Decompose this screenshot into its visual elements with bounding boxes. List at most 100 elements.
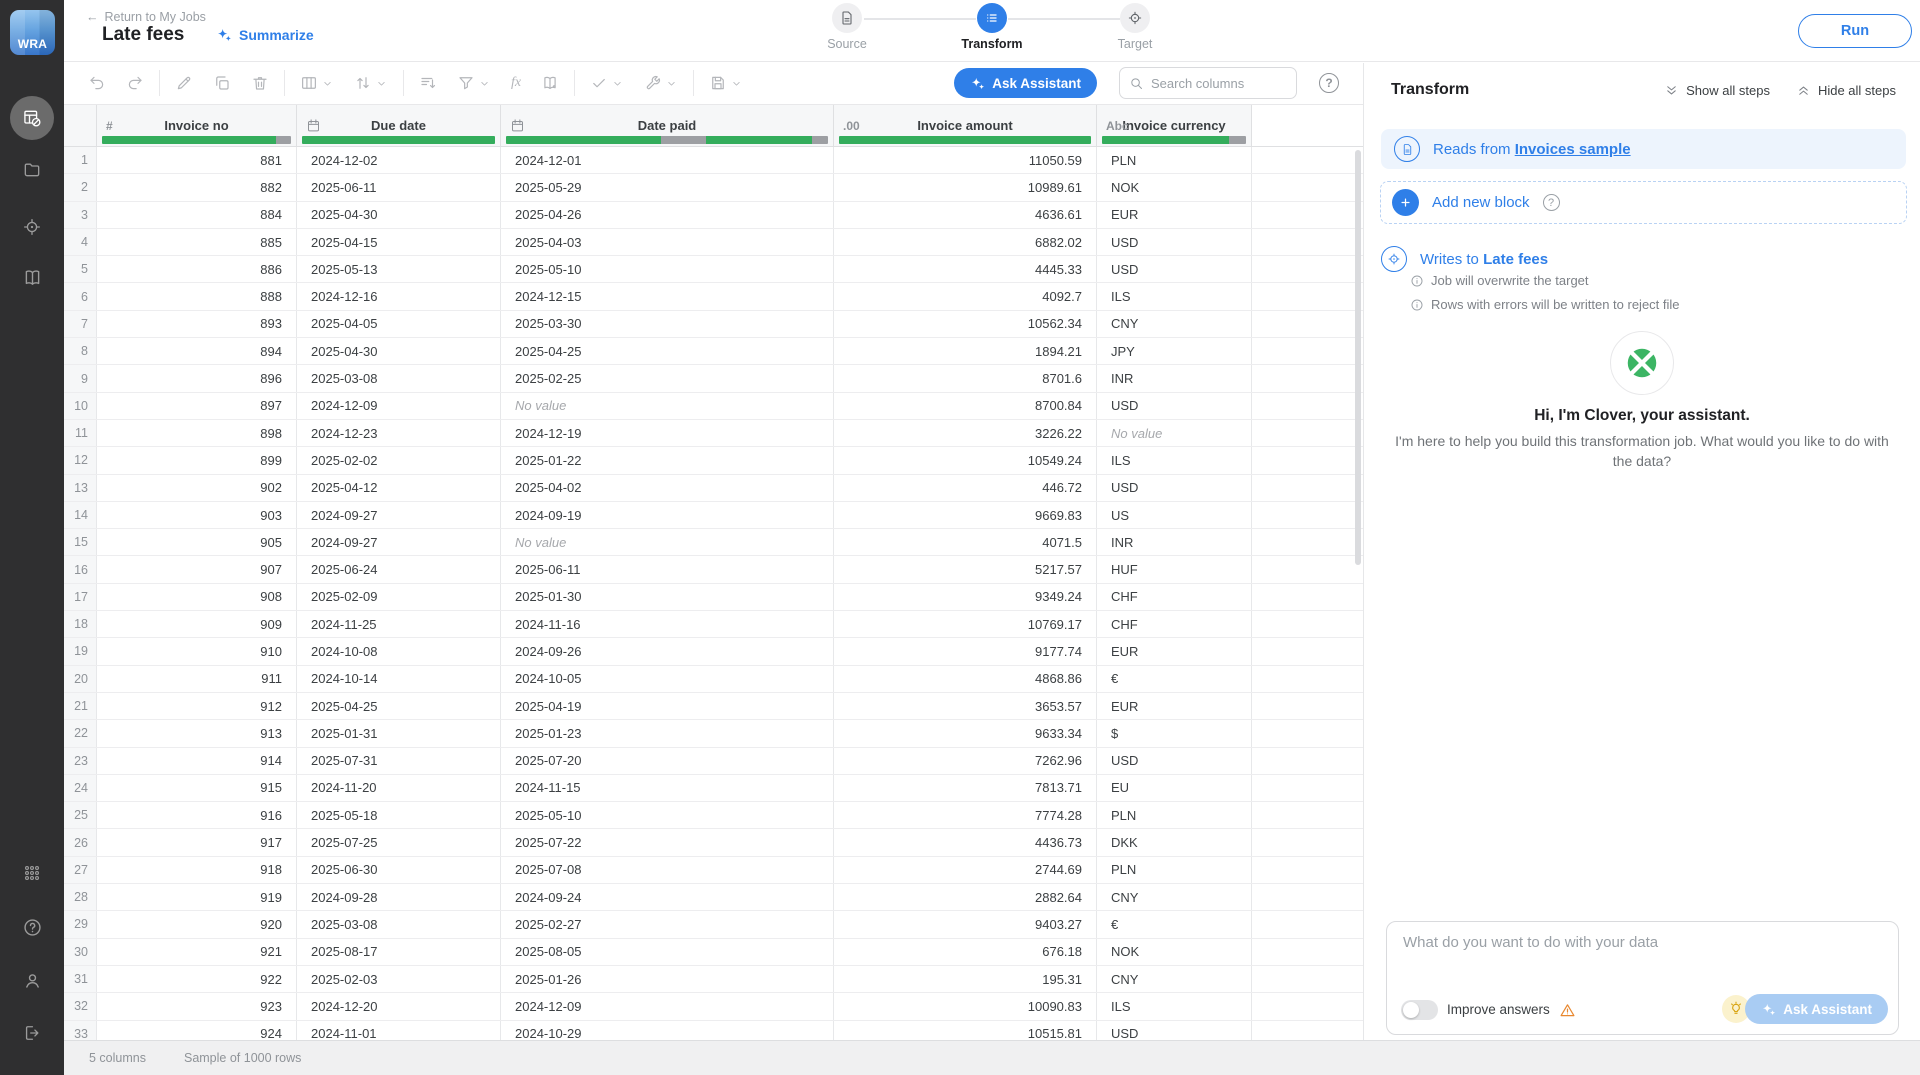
table-cell[interactable]: No value [1097,420,1252,446]
table-cell[interactable]: 2025-04-25 [297,693,501,719]
table-cell[interactable]: NOK [1097,174,1252,200]
table-cell[interactable]: 10549.24 [834,447,1097,473]
row-number[interactable]: 29 [64,911,97,937]
table-cell[interactable]: 4636.61 [834,202,1097,228]
validate-button[interactable] [580,67,634,99]
table-cell[interactable]: 2024-10-05 [501,666,834,692]
table-cell[interactable]: USD [1097,256,1252,282]
table-cell[interactable]: 10090.83 [834,993,1097,1019]
ask-assistant-submit-button[interactable]: Ask Assistant [1745,994,1888,1024]
table-cell[interactable]: 10989.61 [834,174,1097,200]
table-cell[interactable]: JPY [1097,338,1252,364]
table-cell[interactable]: 2025-05-29 [501,174,834,200]
table-cell[interactable]: 924 [97,1021,297,1041]
redo-button[interactable] [116,67,154,99]
row-number[interactable]: 20 [64,666,97,692]
table-cell[interactable]: 2025-03-30 [501,311,834,337]
table-cell[interactable]: 11050.59 [834,147,1097,173]
table-cell[interactable]: 899 [97,447,297,473]
save-button[interactable] [699,67,753,99]
hide-all-steps-button[interactable]: Hide all steps [1796,83,1896,98]
help-button[interactable]: ? [1319,73,1339,93]
column-header-invoice-currency[interactable]: AbcInvoice currency [1097,105,1252,146]
table-cell[interactable]: 919 [97,884,297,910]
table-cell[interactable]: CHF [1097,584,1252,610]
table-cell[interactable]: 8700.84 [834,393,1097,419]
table-cell[interactable]: 2024-12-09 [501,993,834,1019]
table-cell[interactable]: 2024-12-19 [501,420,834,446]
table-cell[interactable]: INR [1097,529,1252,555]
table-cell[interactable]: 4445.33 [834,256,1097,282]
table-cell[interactable]: 2025-04-30 [297,202,501,228]
table-cell[interactable]: 2025-07-08 [501,857,834,883]
table-cell[interactable]: 885 [97,229,297,255]
table-cell[interactable]: 898 [97,420,297,446]
table-cell[interactable]: USD [1097,748,1252,774]
row-number[interactable]: 10 [64,393,97,419]
table-cell[interactable]: 2025-03-08 [297,911,501,937]
table-cell[interactable]: PLN [1097,857,1252,883]
table-cell[interactable]: ILS [1097,993,1252,1019]
column-header-invoice-amount[interactable]: .00Invoice amount [834,105,1097,146]
table-cell[interactable]: 882 [97,174,297,200]
row-number[interactable]: 28 [64,884,97,910]
group-button[interactable] [409,67,447,99]
column-header-invoice-no[interactable]: #Invoice no [97,105,297,146]
table-cell[interactable]: 2025-01-23 [501,720,834,746]
step-source[interactable]: Source [802,3,892,51]
reads-source-link[interactable]: Invoices sample [1515,141,1631,158]
row-number[interactable]: 5 [64,256,97,282]
table-cell[interactable]: 2025-01-26 [501,966,834,992]
sidebar-item-apps[interactable] [0,851,64,895]
table-cell[interactable]: 918 [97,857,297,883]
table-cell[interactable]: 2024-12-16 [297,283,501,309]
table-cell[interactable]: DKK [1097,829,1252,855]
table-cell[interactable]: 2025-05-10 [501,802,834,828]
run-button[interactable]: Run [1798,14,1912,48]
step-transform[interactable]: Transform [947,3,1037,51]
table-cell[interactable]: 2025-07-20 [501,748,834,774]
table-cell[interactable]: 2024-11-25 [297,611,501,637]
table-cell[interactable]: 2024-11-20 [297,775,501,801]
table-cell[interactable]: 903 [97,502,297,528]
table-cell[interactable]: 10769.17 [834,611,1097,637]
table-cell[interactable]: No value [501,529,834,555]
table-cell[interactable]: 3226.22 [834,420,1097,446]
table-cell[interactable]: 10515.81 [834,1021,1097,1041]
table-cell[interactable]: 886 [97,256,297,282]
table-cell[interactable]: 2025-06-30 [297,857,501,883]
table-cell[interactable]: 2025-07-22 [501,829,834,855]
table-cell[interactable]: 909 [97,611,297,637]
assistant-prompt-input[interactable] [1403,934,1863,984]
table-cell[interactable]: 2025-04-03 [501,229,834,255]
column-header-due-date[interactable]: Due date [297,105,501,146]
table-cell[interactable]: 910 [97,638,297,664]
app-logo[interactable]: WRA [10,10,55,55]
add-new-block-button[interactable]: Add new block ? [1380,181,1907,224]
table-cell[interactable]: 922 [97,966,297,992]
table-cell[interactable]: HUF [1097,556,1252,582]
row-number[interactable]: 7 [64,311,97,337]
table-cell[interactable]: 2024-09-26 [501,638,834,664]
writes-to-block[interactable]: Writes to Late fees [1381,246,1548,272]
sort-button[interactable] [344,67,398,99]
table-cell[interactable]: 2024-11-01 [297,1021,501,1041]
table-cell[interactable]: 2024-12-15 [501,283,834,309]
table-cell[interactable]: 2025-06-11 [501,556,834,582]
table-cell[interactable]: 921 [97,939,297,965]
table-cell[interactable]: 2024-10-08 [297,638,501,664]
row-number[interactable]: 15 [64,529,97,555]
row-number[interactable]: 17 [64,584,97,610]
table-cell[interactable]: 7774.28 [834,802,1097,828]
reads-from-block[interactable]: Reads from Invoices sample [1381,129,1906,169]
row-number[interactable]: 25 [64,802,97,828]
table-cell[interactable]: 7813.71 [834,775,1097,801]
table-cell[interactable]: ILS [1097,447,1252,473]
table-cell[interactable]: 920 [97,911,297,937]
table-cell[interactable]: EU [1097,775,1252,801]
table-cell[interactable]: 897 [97,393,297,419]
row-number[interactable]: 32 [64,993,97,1019]
table-cell[interactable]: 2025-03-08 [297,365,501,391]
row-number[interactable]: 18 [64,611,97,637]
sidebar-item-targets[interactable] [0,205,64,249]
